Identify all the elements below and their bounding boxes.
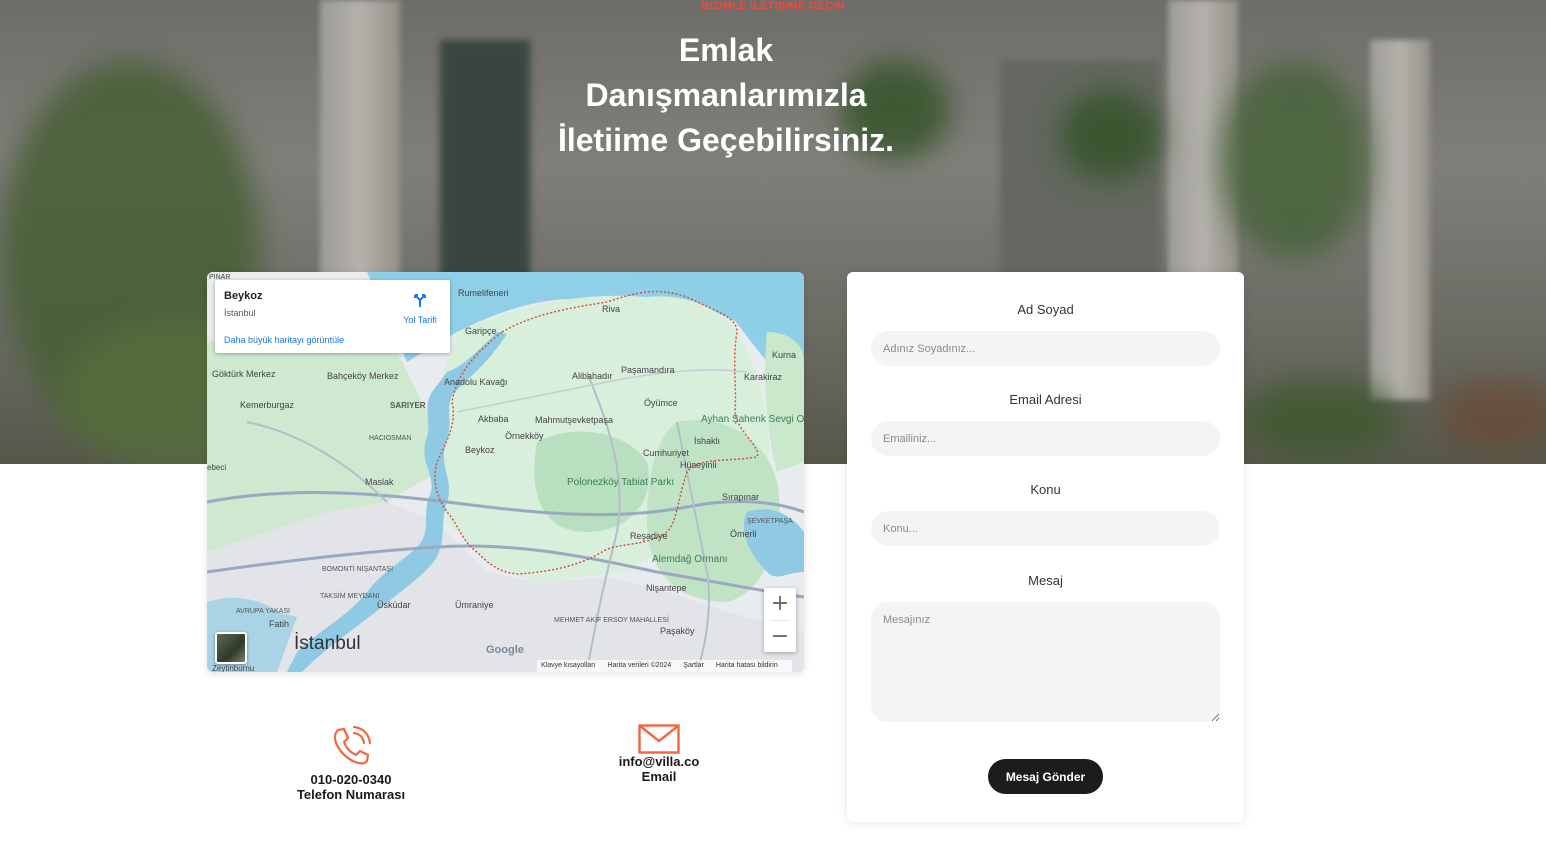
message-label: Mesaj [1028, 573, 1063, 588]
map-place-region: İstanbul [224, 308, 256, 318]
email-field-label: Email Adresi [1009, 392, 1082, 407]
map-label: Beykoz [465, 445, 495, 455]
map-label: Maslak [365, 477, 394, 487]
map-label: Reşadiye [630, 531, 668, 541]
contact-form: Ad Soyad Email Adresi Konu Mesaj Mesaj G… [847, 272, 1244, 822]
report-error-link[interactable]: Harita hatası bildirin [716, 662, 778, 669]
map-zoom-control: + − [764, 588, 796, 652]
google-logo: Google [486, 644, 524, 656]
email-label: Email [641, 769, 677, 784]
map-label: Ümraniye [455, 600, 494, 610]
map-place-name: Beykoz [224, 290, 263, 302]
map-label: Nişantepe [646, 583, 687, 593]
phone-number[interactable]: 010-020-0340 [271, 772, 431, 787]
envelope-icon [638, 724, 680, 754]
map-label: Alibahadır [572, 371, 613, 381]
email-input[interactable] [871, 421, 1220, 456]
map-label: Paşaköy [660, 626, 695, 636]
map-label: Anadolu Kavağı [444, 377, 508, 387]
zoom-out-button[interactable]: − [764, 621, 796, 653]
message-textarea[interactable] [871, 602, 1220, 722]
map-label: Örnekköy [505, 431, 544, 441]
map-label: ebeci [207, 463, 226, 472]
map-label: Zeytinburnu [212, 664, 254, 672]
map-data-text: Harita verileri ©2024 [607, 662, 672, 669]
map-label: SARIYER [390, 401, 426, 410]
map-label: BOMONTİ NİŞANTAŞI [322, 564, 393, 573]
name-input[interactable] [871, 331, 1220, 366]
subject-label: Konu [1030, 482, 1061, 497]
map-label: Ömerli [730, 529, 757, 539]
phone-contact: 010-020-0340 Telefon Numarası [271, 724, 431, 802]
map-label: Akbaba [478, 414, 509, 424]
map-label: Üsküdar [377, 600, 411, 610]
map-label: Bahçeköy Merkez [327, 371, 399, 381]
map-label: Garipçe [465, 326, 497, 336]
phone-icon [333, 725, 372, 765]
section-eyebrow: BIZIMLE ILETIŞIME GEÇIN [701, 0, 845, 12]
directions-label: Yol Tarifi [403, 315, 437, 325]
bigger-map-link[interactable]: Daha büyük haritayı görüntüle [224, 335, 344, 345]
map-embed[interactable]: Rumelifeneri Riva Garipçe Kurna Karakira… [207, 272, 804, 672]
map-label: Paşamandıra [621, 365, 675, 375]
map-label: İstanbul [294, 633, 361, 654]
map-label: TAKSİM MEYDANI [320, 591, 379, 600]
keyboard-shortcuts-link[interactable]: Klavye kısayolları [541, 662, 595, 669]
page-title: Emlak Danışmanlarımızla İletiime Geçebil… [557, 32, 895, 158]
zoom-in-button[interactable]: + [764, 588, 796, 620]
map-label: Rumelifeneri [458, 288, 509, 298]
map-label: Alemdağ Ormanı [652, 554, 728, 565]
map-label: Kemerburgaz [240, 400, 295, 410]
map-label: İshaklı [694, 436, 720, 446]
map-label: AVRUPA YAKASI [236, 608, 290, 615]
send-message-button[interactable]: Mesaj Gönder [988, 759, 1103, 794]
map-label: Kurna [772, 350, 796, 360]
map-label: Riva [602, 304, 620, 314]
directions-icon [414, 294, 426, 307]
subject-input[interactable] [871, 511, 1220, 546]
map-label: Fatih [269, 619, 289, 629]
satellite-toggle[interactable] [215, 632, 247, 664]
map-label: Cumhuriyet [643, 448, 690, 458]
map-label: Sırapınar [722, 492, 759, 502]
phone-label: Telefon Numarası [296, 787, 406, 802]
map-label: Mahmutşevketpaşa [535, 415, 613, 425]
email-address[interactable]: info@villa.co [599, 754, 719, 769]
map-label: Öyümce [644, 398, 678, 408]
map-place-card: Beykoz İstanbul Daha büyük haritayı görü… [215, 280, 450, 353]
map-label: HACIOSMAN [369, 435, 411, 442]
map-label: Polonezköy Tabiat Parkı [567, 477, 674, 488]
directions-button[interactable]: Yol Tarifi [395, 292, 445, 325]
map-label: Göktürk Merkez [212, 369, 276, 379]
map-label: ŞEVKETPAŞA [747, 518, 793, 525]
terms-link[interactable]: Şartlar [683, 662, 704, 669]
email-contact: info@villa.co Email [599, 724, 719, 784]
name-label: Ad Soyad [1017, 302, 1074, 317]
map-label: Ayhan Şahenk Sevgi Ormanı [701, 414, 804, 425]
map-label: Hüseyinli [680, 460, 717, 470]
map-attribution: Klavye kısayolları Harita verileri ©2024… [537, 660, 792, 672]
map-label: MEHMET AKİF ERSOY MAHALLESİ [554, 615, 669, 624]
map-label: Karakiraz [744, 372, 783, 382]
